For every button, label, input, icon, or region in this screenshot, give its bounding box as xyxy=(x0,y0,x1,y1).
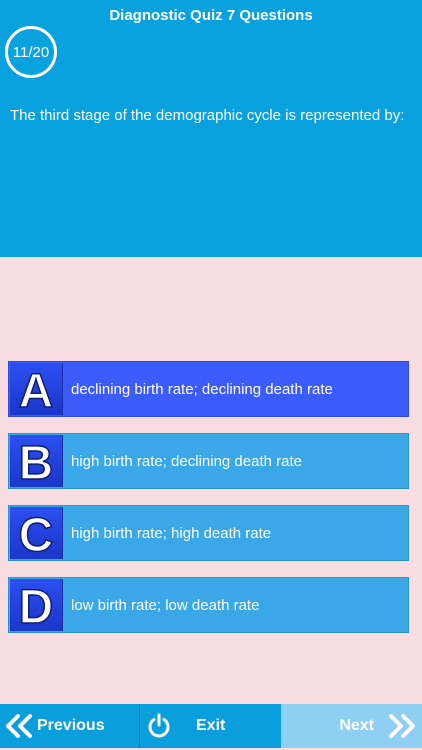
option-letter-c: C xyxy=(10,507,63,559)
question-text: The third stage of the demographic cycle… xyxy=(10,107,405,124)
next-label: Next xyxy=(339,717,374,734)
quiz-title: Diagnostic Quiz 7 Questions xyxy=(109,7,313,24)
svg-text:D: D xyxy=(19,581,54,629)
previous-label: Previous xyxy=(37,717,105,734)
option-text-c: high birth rate; high death rate xyxy=(71,524,272,542)
option-letter-a: A xyxy=(10,363,63,415)
option-text-d: low birth rate; low death rate xyxy=(71,596,260,614)
previous-button[interactable]: Previous xyxy=(0,704,140,748)
answer-option-b[interactable]: B high birth rate; declining death rate xyxy=(8,433,409,489)
question-header: Diagnostic Quiz 7 Questions 11/20 The th… xyxy=(0,0,422,257)
svg-text:A: A xyxy=(19,365,54,413)
question-progress-badge: 11/20 xyxy=(5,26,57,78)
power-icon xyxy=(146,713,172,739)
double-chevron-right-icon xyxy=(388,714,416,738)
double-chevron-left-icon xyxy=(5,714,33,738)
option-text-a: declining birth rate; declining death ra… xyxy=(71,380,333,398)
answer-option-c[interactable]: C high birth rate; high death rate xyxy=(8,505,409,561)
svg-text:B: B xyxy=(19,437,54,485)
option-letter-b: B xyxy=(10,435,63,487)
svg-text:C: C xyxy=(19,509,54,557)
navigation-footer: Previous Exit Next xyxy=(0,704,422,750)
exit-button[interactable]: Exit xyxy=(140,704,281,748)
option-letter-d: D xyxy=(10,579,63,631)
answer-option-d[interactable]: D low birth rate; low death rate xyxy=(8,577,409,633)
answer-option-a[interactable]: A declining birth rate; declining death … xyxy=(8,361,409,417)
exit-label: Exit xyxy=(196,717,226,734)
option-text-b: high birth rate; declining death rate xyxy=(71,452,302,470)
next-button[interactable]: Next xyxy=(281,704,422,748)
